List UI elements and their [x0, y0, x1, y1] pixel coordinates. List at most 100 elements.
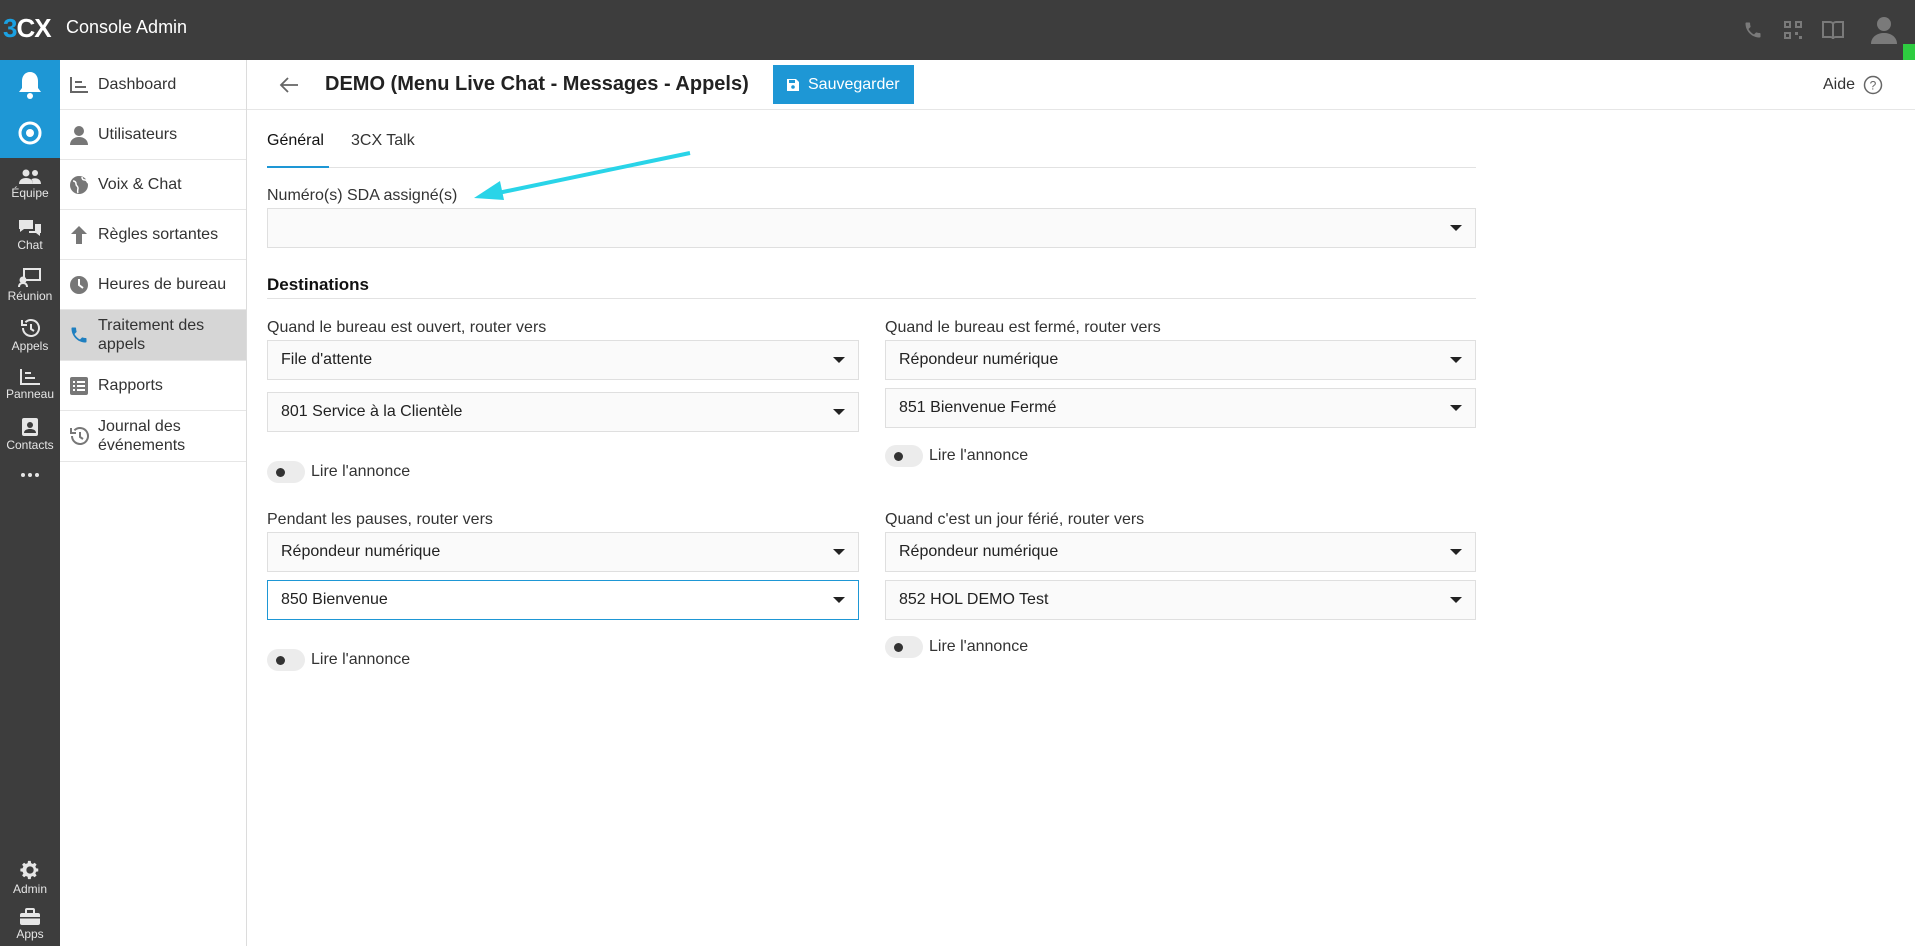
nav-item-outbound-rules[interactable]: Règles sortantes	[60, 210, 246, 260]
nav-item-label: Rapports	[98, 377, 163, 394]
toggle-switch[interactable]	[267, 461, 305, 483]
save-button-label: Sauvegarder	[808, 75, 900, 93]
open-target-select[interactable]: 801 Service à la Clientèle	[267, 392, 859, 432]
breaks-type-value: Répondeur numérique	[281, 543, 441, 560]
app-title: Console Admin	[66, 17, 188, 37]
user-avatar[interactable]	[1853, 0, 1915, 60]
nav-item-label: Traitement des appels	[98, 317, 205, 353]
closed-hours-label: Quand le bureau est fermé, router vers	[885, 319, 1161, 336]
rail-item-chat[interactable]: Chat	[0, 219, 60, 252]
book-icon[interactable]	[1813, 20, 1853, 40]
open-announce-toggle[interactable]: Lire l'annonce	[267, 461, 410, 483]
toggle-label: Lire l'annonce	[311, 651, 411, 668]
chevron-down-icon	[833, 409, 845, 415]
nav-item-voice-chat[interactable]: Voix & Chat	[60, 160, 246, 210]
holiday-target-value: 852 HOL DEMO Test	[899, 591, 1049, 608]
gear-icon	[20, 860, 39, 880]
svg-text:?: ?	[1870, 79, 1877, 93]
icon-rail: Équipe Chat Réunion Appels Panneau Conta…	[0, 60, 60, 946]
history-icon	[21, 319, 40, 337]
annotation-arrow	[474, 151, 691, 200]
save-button[interactable]: Sauvegarder	[773, 65, 914, 104]
rail-item-team[interactable]: Équipe	[0, 169, 60, 200]
clock-icon	[68, 274, 90, 296]
holiday-label: Quand c'est un jour férié, router vers	[885, 511, 1145, 528]
rail-item-meeting[interactable]: Réunion	[0, 268, 60, 303]
breaks-announce-toggle[interactable]: Lire l'annonce	[267, 649, 410, 671]
back-arrow-icon[interactable]	[278, 74, 300, 96]
holiday-target-select[interactable]: 852 HOL DEMO Test	[885, 580, 1476, 620]
notifications-button[interactable]	[0, 70, 60, 100]
contacts-icon	[22, 418, 38, 436]
open-hours-label: Quand le bureau est ouvert, router vers	[267, 319, 547, 336]
holiday-type-value: Répondeur numérique	[899, 543, 1059, 560]
chrome-icon	[18, 121, 42, 145]
sda-label: Numéro(s) SDA assigné(s)	[267, 187, 458, 204]
list-icon	[68, 375, 90, 397]
tab-bar: Général 3CX Talk	[267, 110, 1476, 168]
closed-target-value: 851 Bienvenue Fermé	[899, 399, 1057, 416]
breaks-target-select[interactable]: 850 Bienvenue	[267, 580, 859, 620]
nav-item-reports[interactable]: Rapports	[60, 361, 246, 411]
chat-icon	[19, 220, 41, 236]
closed-type-select[interactable]: Répondeur numérique	[885, 340, 1476, 380]
holiday-announce-toggle[interactable]: Lire l'annonce	[885, 636, 1028, 658]
chevron-down-icon	[833, 357, 845, 363]
closed-target-select[interactable]: 851 Bienvenue Fermé	[885, 388, 1476, 428]
bell-icon	[19, 72, 41, 99]
admin-nav: Dashboard Utilisateurs Voix & Chat Règle…	[60, 60, 247, 946]
breaks-type-select[interactable]: Répondeur numérique	[267, 532, 859, 572]
arrow-up-icon	[68, 224, 90, 246]
qr-code-icon[interactable]	[1773, 20, 1813, 40]
open-type-select[interactable]: File d'attente	[267, 340, 859, 380]
destinations-title: Destinations	[267, 275, 370, 294]
chevron-down-icon	[1450, 597, 1462, 603]
toggle-switch[interactable]	[885, 445, 923, 467]
toggle-switch[interactable]	[885, 636, 923, 658]
nav-item-office-hours[interactable]: Heures de bureau	[60, 260, 246, 310]
toggle-label: Lire l'annonce	[929, 638, 1029, 655]
page-header: DEMO (Menu Live Chat - Messages - Appels…	[247, 60, 1915, 110]
nav-item-event-log[interactable]: Journal des événements	[60, 411, 246, 462]
chevron-down-icon	[1450, 225, 1462, 231]
presence-indicator	[1903, 44, 1915, 60]
nav-item-label: Voix & Chat	[98, 176, 182, 193]
nav-item-label: Heures de bureau	[98, 276, 227, 293]
closed-type-value: Répondeur numérique	[899, 351, 1059, 368]
rail-item-contacts[interactable]: Contacts	[0, 417, 60, 452]
more-icon	[21, 473, 39, 477]
history-icon	[68, 425, 90, 447]
chevron-down-icon	[1450, 357, 1462, 363]
globe-icon	[68, 174, 90, 196]
help-link[interactable]: Aide ?	[1823, 75, 1883, 95]
open-target-value: 801 Service à la Clientèle	[281, 403, 463, 420]
app-logo[interactable]: 3CX	[3, 13, 52, 44]
chevron-down-icon	[833, 597, 845, 603]
holiday-type-select[interactable]: Répondeur numérique	[885, 532, 1476, 572]
sda-select[interactable]	[267, 208, 1476, 248]
closed-announce-toggle[interactable]: Lire l'annonce	[885, 445, 1028, 467]
panel-icon	[20, 369, 40, 385]
user-icon	[68, 124, 90, 146]
browser-extension-button[interactable]	[0, 121, 60, 145]
nav-item-label: Utilisateurs	[98, 126, 178, 143]
rail-item-apps[interactable]: Apps	[0, 908, 60, 941]
rail-item-panel[interactable]: Panneau	[0, 368, 60, 401]
nav-item-dashboard[interactable]: Dashboard	[60, 60, 246, 110]
rail-item-admin[interactable]: Admin	[0, 859, 60, 896]
toggle-label: Lire l'annonce	[311, 463, 411, 480]
nav-item-label: Règles sortantes	[98, 226, 219, 243]
nav-item-call-handling[interactable]: Traitement des appels	[60, 310, 246, 361]
rail-item-calls[interactable]: Appels	[0, 318, 60, 353]
nav-item-users[interactable]: Utilisateurs	[60, 110, 246, 160]
toggle-label: Lire l'annonce	[929, 447, 1029, 464]
chevron-down-icon	[1450, 549, 1462, 555]
tab-general[interactable]: Général	[267, 132, 324, 150]
tab-3cx-talk[interactable]: 3CX Talk	[351, 132, 415, 150]
phone-icon[interactable]	[1733, 20, 1773, 40]
nav-item-label: Journal des événements	[98, 418, 186, 454]
more-button[interactable]	[0, 472, 60, 478]
nav-item-label: Dashboard	[98, 76, 177, 93]
section-divider	[267, 298, 1476, 299]
toggle-switch[interactable]	[267, 649, 305, 671]
